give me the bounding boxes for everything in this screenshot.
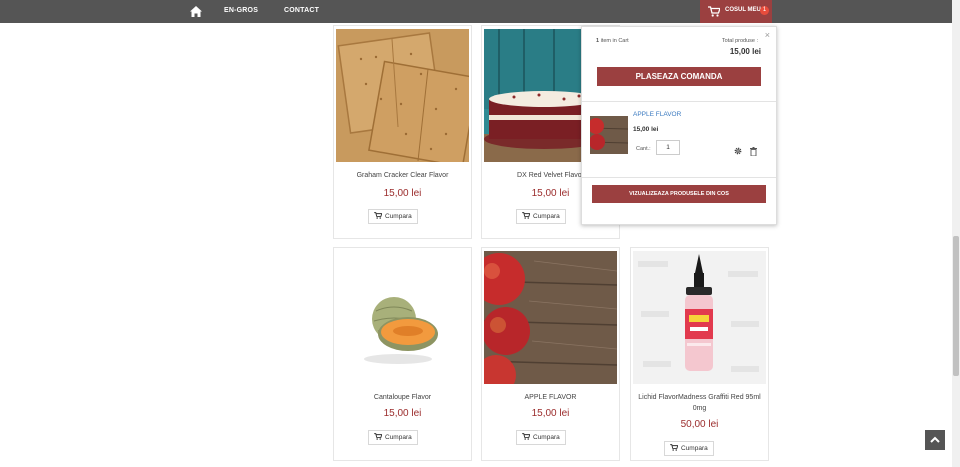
product-image-cantaloupe[interactable] (336, 251, 469, 384)
product-card-graffiti-red: Lichid FlavorMadness Graffiti Red 95ml 0… (630, 247, 769, 461)
product-image-apple[interactable] (484, 251, 617, 384)
cart-item-count: 1 item in Cart (596, 38, 629, 44)
divider (582, 101, 776, 102)
cart-item-qty-label: Cant.: (636, 146, 651, 152)
cart-icon (708, 6, 720, 17)
product-card-graham-cracker: Graham Cracker Clear Flavor 15,00 lei Cu… (333, 25, 472, 239)
buy-button[interactable]: Cumpara (368, 430, 418, 445)
cart-icon (522, 433, 530, 440)
product-price: 15,00 lei (383, 408, 422, 419)
nav-link-contact[interactable]: CONTACT (284, 7, 319, 14)
cart-total-value: 15,00 lei (729, 47, 761, 56)
cart-icon (374, 212, 382, 219)
top-navigation-bar: EN-GROS CONTACT COSUL MEU 1 (0, 0, 952, 23)
product-price: 15,00 lei (383, 188, 422, 199)
buy-button[interactable]: Cumpara (516, 209, 566, 224)
checkout-button[interactable]: PLASEAZA COMANDA (597, 67, 761, 86)
cart-item-name[interactable]: APPLE FLAVOR (633, 111, 681, 118)
cart-icon (522, 212, 530, 219)
product-price: 50,00 lei (680, 419, 719, 430)
buy-button[interactable]: Cumpara (368, 209, 418, 224)
close-icon[interactable]: × (765, 30, 770, 40)
cart-icon (374, 433, 382, 440)
product-card-apple: APPLE FLAVOR 15,00 lei Cumpara (481, 247, 620, 461)
cart-total-label: Total produse : (721, 38, 758, 44)
product-name[interactable]: Cantaloupe Flavor (334, 392, 471, 403)
buy-button[interactable]: Cumpara (664, 441, 714, 456)
product-card-cantaloupe: Cantaloupe Flavor 15,00 lei Cumpara (333, 247, 472, 461)
buy-button-label: Cumpara (385, 434, 412, 441)
buy-button-label: Cumpara (681, 445, 708, 452)
product-image-graham-cracker[interactable] (336, 29, 469, 162)
cart-item-count-text: item in Cart (600, 38, 629, 44)
cart-button-label: COSUL MEU (725, 7, 761, 13)
buy-button-label: Cumpara (533, 434, 560, 441)
product-name[interactable]: APPLE FLAVOR (482, 392, 619, 403)
divider (582, 177, 776, 178)
product-name[interactable]: Graham Cracker Clear Flavor (334, 170, 471, 181)
scrollbar-thumb[interactable] (953, 236, 959, 376)
buy-button-label: Cumpara (533, 213, 560, 220)
cart-item-price: 15,00 lei (633, 126, 659, 133)
cart-item-count-number: 1 (596, 38, 600, 44)
scrollbar[interactable] (952, 0, 960, 467)
home-icon[interactable] (190, 6, 202, 17)
gear-icon[interactable] (734, 147, 742, 155)
chevron-up-icon (930, 436, 940, 443)
view-cart-button[interactable]: VIZUALIZEAZA PRODUSELE DIN COS (592, 185, 766, 203)
product-price: 15,00 lei (531, 408, 570, 419)
cart-button[interactable]: COSUL MEU 1 (700, 0, 772, 23)
scroll-to-top-button[interactable] (925, 430, 945, 450)
product-image-graffiti-red[interactable] (633, 251, 766, 384)
nav-link-en-gros[interactable]: EN-GROS (224, 7, 258, 14)
cart-popup: × 1 item in Cart Total produse : 15,00 l… (581, 26, 777, 225)
trash-icon[interactable] (750, 147, 757, 156)
cart-item-qty-input[interactable]: 1 (656, 140, 680, 155)
buy-button[interactable]: Cumpara (516, 430, 566, 445)
product-name[interactable]: Lichid FlavorMadness Graffiti Red 95ml 0… (631, 392, 768, 414)
buy-button-label: Cumpara (385, 213, 412, 220)
cart-item-image[interactable] (590, 116, 628, 154)
cart-count-badge: 1 (760, 6, 769, 15)
cart-icon (670, 444, 678, 451)
